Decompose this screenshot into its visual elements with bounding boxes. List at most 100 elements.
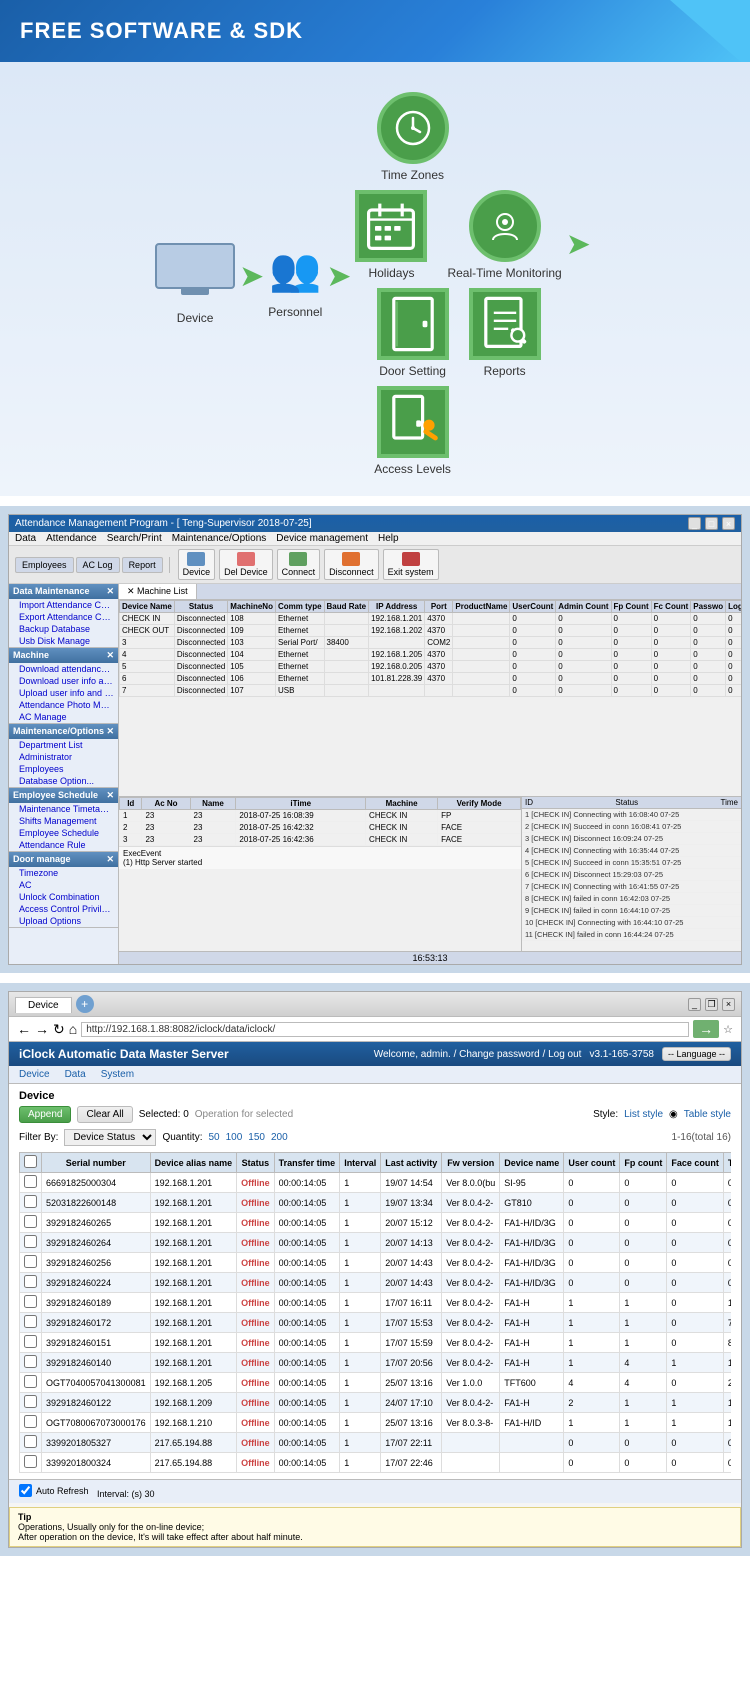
iclock-new-tab-btn[interactable]: + (76, 995, 94, 1013)
iclock-device-row[interactable]: OGT7080067073000176 192.168.1.210 Offlin… (20, 1413, 732, 1433)
iclock-device-row[interactable]: 66691825000304 192.168.1.201 Offline 00:… (20, 1173, 732, 1193)
iclock-nav-system[interactable]: System (101, 1069, 134, 1080)
iclock-device-row[interactable]: 3399201800324 217.65.194.88 Offline 00:0… (20, 1453, 732, 1473)
amp-menu-attendance[interactable]: Attendance (46, 533, 97, 544)
iclock-row-cb-14[interactable] (24, 1455, 37, 1468)
iclock-row-cb-6[interactable] (24, 1295, 37, 1308)
iclock-table-style-btn[interactable]: Table style (684, 1109, 731, 1120)
iclock-close-btn[interactable]: × (722, 998, 735, 1011)
amp-minimize-btn[interactable]: _ (688, 517, 701, 530)
amp-menu-help[interactable]: Help (378, 533, 399, 544)
iclock-qty-200[interactable]: 200 (271, 1132, 288, 1143)
iclock-row-cb-13[interactable] (24, 1435, 37, 1448)
iclock-device-row[interactable]: OGT7040057041300081 192.168.1.205 Offlin… (20, 1373, 732, 1393)
iclock-clear-all-btn[interactable]: Clear All (77, 1106, 132, 1123)
amp-machine-row[interactable]: 3 Disconnected 103 Serial Port/ 38400 CO… (120, 637, 742, 649)
amp-menu-device[interactable]: Device management (276, 533, 368, 544)
amp-machine-row[interactable]: 5 Disconnected 105 Ethernet 192.168.0.20… (120, 661, 742, 673)
iclock-home-btn[interactable]: ⌂ (69, 1021, 77, 1037)
iclock-row-cb-11[interactable] (24, 1395, 37, 1408)
iclock-auto-refresh-cb[interactable] (19, 1484, 32, 1497)
amp-close-btn[interactable]: × (722, 517, 735, 530)
iclock-append-btn[interactable]: Append (19, 1106, 71, 1123)
iclock-qty-150[interactable]: 150 (248, 1132, 265, 1143)
iclock-row-cb-2[interactable] (24, 1215, 37, 1228)
iclock-device-row[interactable]: 3929182460265 192.168.1.201 Offline 00:0… (20, 1213, 732, 1233)
amp-sidebar-upload-opt[interactable]: Upload Options (9, 915, 118, 927)
iclock-col-user[interactable]: User count (564, 1153, 620, 1173)
iclock-url-input[interactable] (81, 1022, 689, 1037)
iclock-device-row[interactable]: 3929182460172 192.168.1.201 Offline 00:0… (20, 1313, 732, 1333)
iclock-device-row[interactable]: 3929182460140 192.168.1.201 Offline 00:0… (20, 1353, 732, 1373)
amp-sidebar-ac2[interactable]: AC (9, 879, 118, 891)
amp-machine-row[interactable]: 6 Disconnected 106 Ethernet 101.81.228.3… (120, 673, 742, 685)
amp-sidebar-dl-user[interactable]: Download user info and Fp (9, 675, 118, 687)
iclock-refresh-btn[interactable]: ↻ (53, 1021, 65, 1038)
amp-sidebar-dept[interactable]: Department List (9, 739, 118, 751)
amp-btn-connect[interactable]: Connect (277, 549, 321, 580)
amp-menu-data[interactable]: Data (15, 533, 36, 544)
amp-sidebar-ac[interactable]: AC Manage (9, 711, 118, 723)
amp-sidebar-access-ctrl[interactable]: Access Control Privilege (9, 903, 118, 915)
amp-sidebar-att-rule[interactable]: Attendance Rule (9, 839, 118, 851)
iclock-col-serial[interactable]: Serial number (42, 1153, 151, 1173)
amp-menu-search[interactable]: Search/Print (107, 533, 162, 544)
amp-tab-report[interactable]: Report (122, 557, 163, 573)
iclock-filter-select[interactable]: Device Status (64, 1129, 156, 1146)
amp-sidebar-header-machine[interactable]: Machine✕ (9, 648, 118, 663)
iclock-auto-refresh-label[interactable]: Auto Refresh (19, 1484, 89, 1497)
iclock-col-status[interactable]: Status (237, 1153, 275, 1173)
amp-sidebar-shifts[interactable]: Shifts Management (9, 815, 118, 827)
amp-sidebar-usb[interactable]: Usb Disk Manage (9, 635, 118, 647)
iclock-col-fw[interactable]: Fw version (442, 1153, 500, 1173)
iclock-col-tx[interactable]: Transaction count (723, 1153, 731, 1173)
iclock-row-cb-5[interactable] (24, 1275, 37, 1288)
amp-sidebar-timetables[interactable]: Maintenance Timetables (9, 803, 118, 815)
amp-btn-disconnect[interactable]: Disconnect (324, 549, 379, 580)
iclock-row-cb-12[interactable] (24, 1415, 37, 1428)
amp-sidebar-header-data[interactable]: Data Maintenance✕ (9, 584, 118, 599)
amp-machine-row[interactable]: 4 Disconnected 104 Ethernet 192.168.1.20… (120, 649, 742, 661)
amp-sidebar-backup[interactable]: Backup Database (9, 623, 118, 635)
iclock-row-cb-10[interactable] (24, 1375, 37, 1388)
iclock-row-cb-0[interactable] (24, 1175, 37, 1188)
iclock-device-row[interactable]: 3399201805327 217.65.194.88 Offline 00:0… (20, 1433, 732, 1453)
iclock-go-btn[interactable]: → (693, 1020, 719, 1038)
amp-machine-row[interactable]: CHECK OUT Disconnected 109 Ethernet 192.… (120, 625, 742, 637)
amp-sidebar-header-sched[interactable]: Employee Schedule✕ (9, 788, 118, 803)
iclock-minimize-btn[interactable]: _ (688, 998, 701, 1011)
iclock-col-alias[interactable]: Device alias name (150, 1153, 237, 1173)
iclock-language-btn[interactable]: -- Language -- (662, 1047, 731, 1061)
iclock-nav-device[interactable]: Device (19, 1069, 50, 1080)
amp-sidebar-photo[interactable]: Attendance Photo Management (9, 699, 118, 711)
iclock-col-transfer[interactable]: Transfer time (274, 1153, 340, 1173)
iclock-col-face[interactable]: Face count (667, 1153, 724, 1173)
amp-sidebar-timezone[interactable]: Timezone (9, 867, 118, 879)
amp-machine-row[interactable]: 7 Disconnected 107 USB 0 0 0 0 0 0 3204 (120, 685, 742, 697)
amp-sidebar-header-door[interactable]: Door manage✕ (9, 852, 118, 867)
amp-machine-row[interactable]: CHECK IN Disconnected 108 Ethernet 192.1… (120, 613, 742, 625)
amp-sidebar-import[interactable]: Import Attendance Checking Data (9, 599, 118, 611)
amp-maximize-btn[interactable]: □ (705, 517, 718, 530)
amp-sidebar-employees[interactable]: Employees (9, 763, 118, 775)
iclock-device-row[interactable]: 3929182460189 192.168.1.201 Offline 00:0… (20, 1293, 732, 1313)
iclock-device-row[interactable]: 3929182460264 192.168.1.201 Offline 00:0… (20, 1233, 732, 1253)
amp-log-row[interactable]: 3 23 23 2018-07-25 16:42:36 CHECK IN FAC… (120, 834, 521, 846)
amp-log-row[interactable]: 2 23 23 2018-07-25 16:42:32 CHECK IN FAC… (120, 822, 521, 834)
iclock-row-cb-8[interactable] (24, 1335, 37, 1348)
iclock-device-row[interactable]: 52031822600148 192.168.1.201 Offline 00:… (20, 1193, 732, 1213)
iclock-row-cb-7[interactable] (24, 1315, 37, 1328)
amp-tab-employees[interactable]: Employees (15, 557, 74, 573)
iclock-row-cb-4[interactable] (24, 1255, 37, 1268)
iclock-device-row[interactable]: 3929182460256 192.168.1.201 Offline 00:0… (20, 1253, 732, 1273)
iclock-qty-50[interactable]: 50 (208, 1132, 219, 1143)
amp-sidebar-header-maint[interactable]: Maintenance/Options✕ (9, 724, 118, 739)
amp-machine-list-tab[interactable]: ✕ Machine List (119, 584, 197, 599)
amp-log-row[interactable]: 1 23 23 2018-07-25 16:08:39 CHECK IN FP (120, 810, 521, 822)
iclock-device-row[interactable]: 3929182460122 192.168.1.209 Offline 00:0… (20, 1393, 732, 1413)
amp-sidebar-admin[interactable]: Administrator (9, 751, 118, 763)
amp-sidebar-emp-sched[interactable]: Employee Schedule (9, 827, 118, 839)
iclock-back-btn[interactable]: ← (17, 1021, 31, 1037)
iclock-col-device[interactable]: Device name (500, 1153, 564, 1173)
amp-tab-aclog[interactable]: AC Log (76, 557, 120, 573)
